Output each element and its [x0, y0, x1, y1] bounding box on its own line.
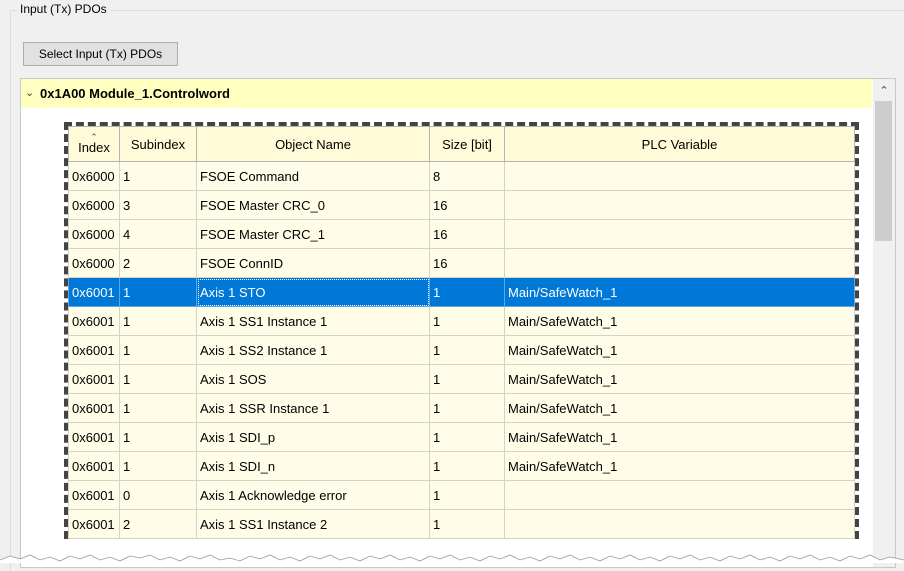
table-row[interactable]: 0x6001 1 Axis 1 SOS 1 Main/SafeWatch_1	[68, 364, 855, 394]
column-header-size[interactable]: Size [bit]	[429, 126, 505, 162]
cell-subindex[interactable]: 0	[119, 480, 197, 510]
table-row[interactable]: 0x6000 4 FSOE Master CRC_1 16	[68, 219, 855, 249]
cell-size[interactable]: 1	[429, 306, 505, 336]
cell-subindex[interactable]: 1	[119, 277, 197, 307]
column-header-index[interactable]: ⌃ Index	[68, 126, 120, 162]
table-row[interactable]: 0x6000 2 FSOE ConnID 16	[68, 248, 855, 278]
cell-size[interactable]: 1	[429, 480, 505, 510]
cell-index[interactable]: 0x6001	[68, 306, 120, 336]
cell-plc-variable[interactable]: Main/SafeWatch_1	[504, 335, 855, 365]
cell-size[interactable]: 16	[429, 190, 505, 220]
cell-plc-variable[interactable]: Main/SafeWatch_1	[504, 306, 855, 336]
cell-object-name[interactable]: Axis 1 SS1 Instance 1	[196, 306, 430, 336]
column-header-subindex[interactable]: Subindex	[119, 126, 197, 162]
cell-subindex[interactable]: 2	[119, 509, 197, 539]
pdo-table: ⌃ Index Subindex Object Name Size [bit] …	[68, 126, 855, 539]
cell-object-name[interactable]: Axis 1 SOS	[196, 364, 430, 394]
cell-size[interactable]: 8	[429, 161, 505, 191]
cell-plc-variable[interactable]	[504, 190, 855, 220]
cell-index[interactable]: 0x6001	[68, 509, 120, 539]
cell-size[interactable]: 1	[429, 335, 505, 365]
pdo-tree-panel: ⌄ 0x1A00 Module_1.Controlword ⌃ Index Su…	[20, 78, 896, 568]
module-header[interactable]: ⌄ 0x1A00 Module_1.Controlword	[21, 79, 872, 108]
cell-index[interactable]: 0x6001	[68, 364, 120, 394]
cell-plc-variable[interactable]	[504, 248, 855, 278]
cell-plc-variable[interactable]: Main/SafeWatch_1	[504, 451, 855, 481]
column-header-plc-variable[interactable]: PLC Variable	[504, 126, 855, 162]
table-row[interactable]: 0x6001 1 Axis 1 STO 1 Main/SafeWatch_1	[68, 277, 855, 307]
cell-plc-variable[interactable]	[504, 161, 855, 191]
cell-index[interactable]: 0x6000	[68, 248, 120, 278]
cell-size[interactable]: 1	[429, 277, 505, 307]
cell-index[interactable]: 0x6000	[68, 190, 120, 220]
cell-size[interactable]: 1	[429, 509, 505, 539]
cell-plc-variable[interactable]: Main/SafeWatch_1	[504, 364, 855, 394]
cell-index[interactable]: 0x6001	[68, 393, 120, 423]
cell-subindex[interactable]: 1	[119, 393, 197, 423]
cell-index[interactable]: 0x6001	[68, 480, 120, 510]
cell-subindex[interactable]: 1	[119, 161, 197, 191]
cell-object-name[interactable]: FSOE Command	[196, 161, 430, 191]
cell-plc-variable[interactable]: Main/SafeWatch_1	[504, 393, 855, 423]
table-header-row: ⌃ Index Subindex Object Name Size [bit] …	[68, 126, 855, 162]
vertical-scrollbar[interactable]: ⌃	[873, 79, 895, 567]
table-row[interactable]: 0x6001 0 Axis 1 Acknowledge error 1	[68, 480, 855, 510]
cell-size[interactable]: 1	[429, 422, 505, 452]
cell-index[interactable]: 0x6001	[68, 335, 120, 365]
cell-size[interactable]: 1	[429, 393, 505, 423]
pdo-table-container: ⌃ Index Subindex Object Name Size [bit] …	[64, 122, 859, 539]
cell-object-name[interactable]: FSOE Master CRC_1	[196, 219, 430, 249]
table-row[interactable]: 0x6001 1 Axis 1 SSR Instance 1 1 Main/SafeWa…	[68, 393, 855, 423]
scrollbar-thumb[interactable]	[875, 101, 892, 241]
table-row[interactable]: 0x6000 1 FSOE Command 8	[68, 161, 855, 191]
cell-index[interactable]: 0x6001	[68, 451, 120, 481]
cell-subindex[interactable]: 2	[119, 248, 197, 278]
cell-size[interactable]: 1	[429, 451, 505, 481]
cell-plc-variable[interactable]	[504, 509, 855, 539]
cell-plc-variable[interactable]: Main/SafeWatch_1	[504, 277, 855, 307]
cell-object-name[interactable]: Axis 1 STO	[196, 277, 430, 307]
cell-object-name[interactable]: FSOE Master CRC_0	[196, 190, 430, 220]
cell-size[interactable]: 1	[429, 364, 505, 394]
cell-subindex[interactable]: 1	[119, 306, 197, 336]
torn-edge	[0, 554, 904, 563]
cell-object-name[interactable]: Axis 1 Acknowledge error	[196, 480, 430, 510]
cell-object-name[interactable]: Axis 1 SS1 Instance 2	[196, 509, 430, 539]
cell-object-name[interactable]: Axis 1 SS2 Instance 1	[196, 335, 430, 365]
cell-plc-variable[interactable]	[504, 219, 855, 249]
cell-plc-variable[interactable]: Main/SafeWatch_1	[504, 422, 855, 452]
column-header-object-name[interactable]: Object Name	[196, 126, 430, 162]
cell-size[interactable]: 16	[429, 219, 505, 249]
arrow-up-icon[interactable]: ⌃	[873, 79, 895, 101]
cell-object-name[interactable]: Axis 1 SSR Instance 1	[196, 393, 430, 423]
module-title: 0x1A00 Module_1.Controlword	[40, 86, 230, 101]
cell-subindex[interactable]: 1	[119, 451, 197, 481]
cell-subindex[interactable]: 4	[119, 219, 197, 249]
select-input-pdos-button[interactable]: Select Input (Tx) PDOs	[23, 42, 178, 66]
cell-index[interactable]: 0x6000	[68, 161, 120, 191]
cell-index[interactable]: 0x6000	[68, 219, 120, 249]
cell-subindex[interactable]: 1	[119, 364, 197, 394]
cell-subindex[interactable]: 1	[119, 422, 197, 452]
table-row[interactable]: 0x6001 1 Axis 1 SDI_n 1 Main/SafeWatch_1	[68, 451, 855, 481]
cell-object-name[interactable]: Axis 1 SDI_n	[196, 451, 430, 481]
cell-object-name[interactable]: Axis 1 SDI_p	[196, 422, 430, 452]
cell-object-name[interactable]: FSOE ConnID	[196, 248, 430, 278]
cell-plc-variable[interactable]	[504, 480, 855, 510]
table-row[interactable]: 0x6000 3 FSOE Master CRC_0 16	[68, 190, 855, 220]
cell-index[interactable]: 0x6001	[68, 422, 120, 452]
cell-size[interactable]: 16	[429, 248, 505, 278]
table-row[interactable]: 0x6001 1 Axis 1 SDI_p 1 Main/SafeWatch_1	[68, 422, 855, 452]
table-row[interactable]: 0x6001 1 Axis 1 SS2 Instance 1 1 Main/SafeWa…	[68, 335, 855, 365]
cell-subindex[interactable]: 3	[119, 190, 197, 220]
table-row[interactable]: 0x6001 2 Axis 1 SS1 Instance 21	[68, 509, 855, 539]
column-header-label: Index	[78, 139, 110, 155]
chevron-down-icon[interactable]: ⌄	[25, 79, 34, 108]
cell-subindex[interactable]: 1	[119, 335, 197, 365]
table-row[interactable]: 0x6001 1 Axis 1 SS1 Instance 1 1 Main/SafeWa…	[68, 306, 855, 336]
cell-index[interactable]: 0x6001	[68, 277, 120, 307]
group-title: Input (Tx) PDOs	[17, 2, 110, 16]
